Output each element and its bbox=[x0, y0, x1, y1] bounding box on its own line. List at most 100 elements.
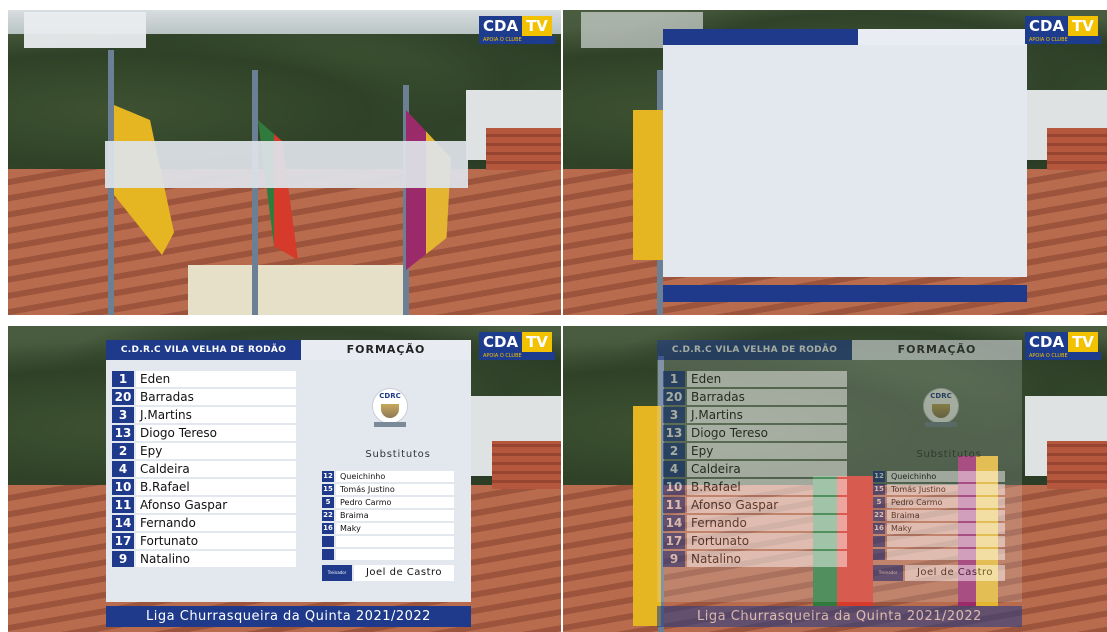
player-name: Caldeira bbox=[136, 461, 296, 477]
player-name: Fortunato bbox=[687, 533, 847, 549]
logo-cda-text: CDA bbox=[1025, 332, 1069, 352]
logo-subtext: APOIA O CLUBE bbox=[1025, 36, 1101, 44]
player-row: 17 Fortunato bbox=[112, 533, 296, 551]
red-roof bbox=[1047, 128, 1107, 170]
player-row: 1 Eden bbox=[112, 371, 296, 389]
cda-tv-logo: CDA TV APOIA O CLUBE bbox=[1025, 16, 1101, 46]
player-number: 9 bbox=[112, 551, 134, 567]
placeholder-banner bbox=[105, 141, 468, 188]
sub-number bbox=[322, 536, 334, 547]
player-row: 2 Epy bbox=[112, 443, 296, 461]
player-row: 10 B.Rafael bbox=[663, 479, 847, 497]
broadcast-frame-3: C.D.R.C VILA VELHA DE RODÃO FORMAÇÃO 1 Ed… bbox=[8, 326, 561, 632]
coach-name: Joel de Castro bbox=[905, 565, 1005, 581]
player-number: 10 bbox=[112, 479, 134, 495]
player-number: 9 bbox=[663, 551, 685, 567]
coach-row: Treinador Joel de Castro bbox=[873, 565, 1005, 581]
subs-title: Substitutos bbox=[916, 449, 982, 460]
player-number: 13 bbox=[112, 425, 134, 441]
sub-name bbox=[336, 549, 454, 560]
sub-row: 5 Pedro Carmo bbox=[322, 497, 454, 508]
player-number: 2 bbox=[112, 443, 134, 459]
sub-row: 22 Braima bbox=[873, 510, 1005, 521]
sub-row: 12 Queichinho bbox=[873, 471, 1005, 482]
sub-row bbox=[322, 536, 454, 547]
sub-number: 5 bbox=[873, 497, 885, 508]
red-roof bbox=[1047, 441, 1107, 489]
player-name: Diogo Tereso bbox=[136, 425, 296, 441]
cda-tv-logo: CDA TV APOIA O CLUBE bbox=[1025, 332, 1101, 362]
club-crest: CDRC bbox=[923, 388, 959, 430]
player-list: 1 Eden 20 Barradas 3 J.Martins 13 Diogo Tere… bbox=[112, 371, 296, 569]
sub-number: 16 bbox=[873, 523, 885, 534]
player-number: 11 bbox=[112, 497, 134, 513]
player-row: 2 Epy bbox=[663, 443, 847, 461]
player-name: Fortunato bbox=[136, 533, 296, 549]
sub-number: 5 bbox=[322, 497, 334, 508]
sub-row bbox=[873, 549, 1005, 560]
logo-tv-text: TV bbox=[1068, 16, 1098, 36]
lineup-panel-fading: C.D.R.C VILA VELHA DE RODÃO FORMAÇÃO 1 Ed… bbox=[657, 340, 1022, 627]
player-row: 3 J.Martins bbox=[112, 407, 296, 425]
player-row: 9 Natalino bbox=[663, 551, 847, 569]
player-number: 13 bbox=[663, 425, 685, 441]
sub-number: 16 bbox=[322, 523, 334, 534]
logo-subtext: APOIA O CLUBE bbox=[479, 352, 555, 360]
sub-name: Tomás Justino bbox=[887, 484, 1005, 495]
subs-title: Substitutos bbox=[365, 449, 431, 460]
yellow-house bbox=[188, 265, 408, 315]
sub-row: 22 Braima bbox=[322, 510, 454, 521]
logo-tv-text: TV bbox=[522, 332, 552, 352]
sub-number: 22 bbox=[873, 510, 885, 521]
sub-number: 15 bbox=[322, 484, 334, 495]
club-crest: CDRC bbox=[372, 388, 408, 430]
broadcast-frame-4: C.D.R.C VILA VELHA DE RODÃO FORMAÇÃO 1 Ed… bbox=[563, 326, 1107, 632]
player-name: Barradas bbox=[136, 389, 296, 405]
logo-cda-text: CDA bbox=[1025, 16, 1069, 36]
sub-row bbox=[322, 549, 454, 560]
sub-row: 5 Pedro Carmo bbox=[873, 497, 1005, 508]
logo-subtext: APOIA O CLUBE bbox=[479, 36, 555, 44]
player-number: 2 bbox=[663, 443, 685, 459]
player-number: 11 bbox=[663, 497, 685, 513]
coach-name: Joel de Castro bbox=[354, 565, 454, 581]
section-title: FORMAÇÃO bbox=[301, 340, 471, 360]
player-number: 3 bbox=[112, 407, 134, 423]
sub-row: 16 Maky bbox=[322, 523, 454, 534]
player-number: 14 bbox=[112, 515, 134, 531]
player-name: Afonso Gaspar bbox=[687, 497, 847, 513]
cda-tv-logo: CDA TV APOIA O CLUBE bbox=[479, 16, 555, 46]
sub-name: Pedro Carmo bbox=[887, 497, 1005, 508]
player-name: Natalino bbox=[136, 551, 296, 567]
logo-subtext: APOIA O CLUBE bbox=[1025, 352, 1101, 360]
sub-number bbox=[873, 536, 885, 547]
player-name: Afonso Gaspar bbox=[136, 497, 296, 513]
lineup-body: 1 Eden 20 Barradas 3 J.Martins 13 Diogo Tere… bbox=[106, 360, 471, 602]
player-row: 11 Afonso Gaspar bbox=[663, 497, 847, 515]
player-number: 4 bbox=[112, 461, 134, 477]
player-name: J.Martins bbox=[136, 407, 296, 423]
logo-cda-text: CDA bbox=[479, 16, 523, 36]
lineup-panel: C.D.R.C VILA VELHA DE RODÃO FORMAÇÃO 1 Ed… bbox=[106, 340, 471, 627]
sub-name: Queichinho bbox=[887, 471, 1005, 482]
sub-number: 22 bbox=[322, 510, 334, 521]
broadcast-frame-1: CDA TV APOIA O CLUBE bbox=[8, 10, 561, 315]
logo-tv-text: TV bbox=[522, 16, 552, 36]
team-name: C.D.R.C VILA VELHA DE RODÃO bbox=[657, 340, 852, 360]
player-name: Eden bbox=[136, 371, 296, 387]
player-number: 1 bbox=[663, 371, 685, 387]
coach-label: Treinador bbox=[322, 565, 352, 581]
sub-row: 15 Tomás Justino bbox=[873, 484, 1005, 495]
player-row: 13 Diogo Tereso bbox=[112, 425, 296, 443]
subs-list: 12 Queichinho 15 Tomás Justino 5 Pedro Carm… bbox=[322, 471, 454, 562]
sub-number bbox=[322, 549, 334, 560]
red-roof bbox=[492, 441, 561, 489]
player-name: Fernando bbox=[136, 515, 296, 531]
cda-tv-logo: CDA TV APOIA O CLUBE bbox=[479, 332, 555, 362]
sub-name: Maky bbox=[336, 523, 454, 534]
league-footer: Liga Churrasqueira da Quinta 2021/2022 bbox=[106, 606, 471, 627]
empty-lineup-panel bbox=[663, 29, 1027, 309]
player-row: 17 Fortunato bbox=[663, 533, 847, 551]
player-name: Barradas bbox=[687, 389, 847, 405]
player-number: 14 bbox=[663, 515, 685, 531]
